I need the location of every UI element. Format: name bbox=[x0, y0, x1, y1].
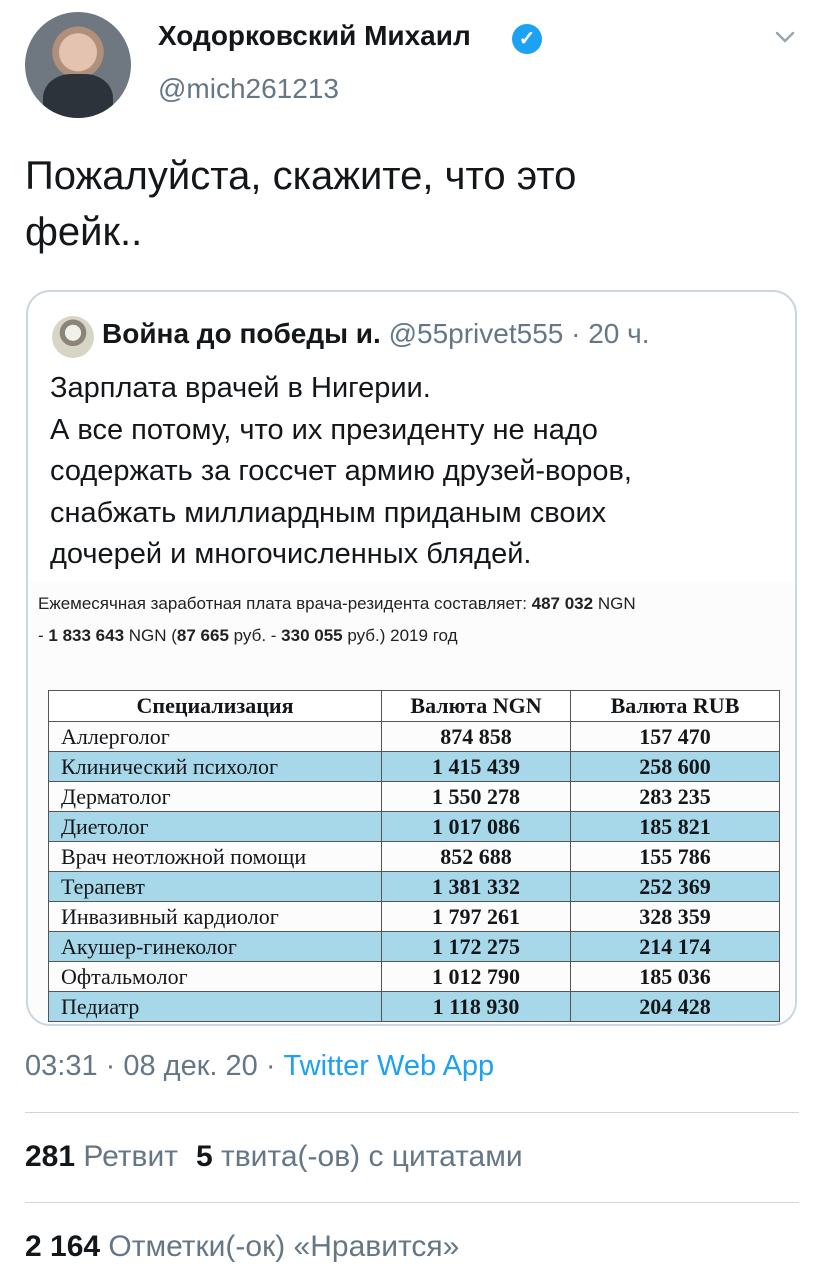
cell-specialization: Педиатр bbox=[48, 991, 382, 1022]
cell-ngn: 1 172 275 bbox=[381, 931, 571, 962]
quoted-author-avatar[interactable] bbox=[52, 316, 94, 358]
table-row: Терапевт 1 381 332 252 369 bbox=[48, 871, 780, 902]
quoted-text-line: А все потому, что их президенту не надо bbox=[50, 413, 598, 446]
likes-count: 2 164 bbox=[25, 1230, 101, 1263]
table-header-row: Специализация Валюта NGN Валюта RUB bbox=[48, 690, 780, 722]
author-name[interactable]: Ходорковский Михаил bbox=[158, 20, 471, 52]
quoted-author-name[interactable]: Война до победы и. bbox=[102, 318, 381, 349]
quotes-count: 5 bbox=[195, 1140, 213, 1173]
likes-label: Отметки(-ок) «Нравится» bbox=[108, 1230, 460, 1263]
cell-ngn: 1 012 790 bbox=[381, 961, 571, 992]
cell-ngn: 1 797 261 bbox=[381, 901, 571, 932]
retweets-count: 281 bbox=[25, 1140, 76, 1173]
retweets-label: Ретвит bbox=[83, 1140, 178, 1173]
quoted-meta: @55privet555 · 20 ч. bbox=[389, 318, 650, 349]
cell-specialization: Инвазивный кардиолог bbox=[48, 901, 382, 932]
table-row: Акушер-гинеколог 1 172 275 214 174 bbox=[48, 931, 780, 962]
cell-ngn: 1 118 930 bbox=[381, 991, 571, 1022]
table-row: Диетолог 1 017 086 185 821 bbox=[48, 811, 780, 842]
quoted-text-line: Зарплата врачей в Нигерии. bbox=[50, 372, 431, 404]
cell-ngn: 1 381 332 bbox=[381, 871, 571, 902]
table-header: Валюта NGN bbox=[381, 690, 571, 722]
table-row: Инвазивный кардиолог 1 797 261 328 359 bbox=[48, 901, 780, 932]
table-row: Дерматолог 1 550 278 283 235 bbox=[48, 781, 780, 812]
table-row: Офтальмолог 1 012 790 185 036 bbox=[48, 961, 780, 992]
chevron-down-icon[interactable] bbox=[772, 24, 798, 50]
engagement-stats: 281 Ретвит 5 твита(-ов) с цитатами bbox=[25, 1140, 523, 1174]
timestamp-text[interactable]: 03:31 · 08 дек. 20 · bbox=[25, 1050, 284, 1082]
tweet-text: Пожалуйста, скажите, что это фейк.. bbox=[25, 148, 785, 260]
table-header: Специализация bbox=[48, 690, 382, 722]
cell-specialization: Дерматолог bbox=[48, 781, 382, 812]
divider bbox=[25, 1112, 799, 1113]
table-row: Врач неотложной помощи 852 688 155 786 bbox=[48, 841, 780, 872]
salary-table: Специализация Валюта NGN Валюта RUB Алле… bbox=[48, 690, 780, 1022]
quoted-text-line: снабжать миллиардным приданым своих bbox=[50, 496, 607, 529]
table-row: Клинический психолог 1 415 439 258 600 bbox=[48, 751, 780, 782]
cell-rub: 185 036 bbox=[570, 961, 780, 992]
cell-specialization: Акушер-гинеколог bbox=[48, 931, 382, 962]
cell-specialization: Врач неотложной помощи bbox=[48, 841, 382, 872]
likes-stat[interactable]: 2 164 Отметки(-ок) «Нравится» bbox=[25, 1230, 459, 1264]
retweets-stat[interactable]: 281 Ретвит bbox=[25, 1140, 178, 1173]
quoted-text-line: содержать за госсчет армию друзей-воров, bbox=[50, 455, 632, 487]
image-caption-line1: Ежемесячная заработная плата врача-резид… bbox=[38, 594, 636, 613]
tweet-header: Ходорковский Михаил ✓ @mich261213 bbox=[0, 0, 823, 130]
quotes-stat[interactable]: 5 твита(-ов) с цитатами bbox=[196, 1140, 523, 1173]
tweet-text-line: фейк.. bbox=[25, 210, 143, 254]
cell-ngn: 874 858 bbox=[381, 721, 571, 752]
image-caption-line2: - 1 833 643 NGN (87 665 руб. - 330 055 р… bbox=[38, 626, 458, 645]
table-row: Аллерголог 874 858 157 470 bbox=[48, 721, 780, 752]
quoted-handle-time: @55privet555 · 20 ч. bbox=[388, 318, 650, 349]
cell-rub: 155 786 bbox=[570, 841, 780, 872]
cell-ngn: 852 688 bbox=[381, 841, 571, 872]
cell-rub: 204 428 bbox=[570, 991, 780, 1022]
cell-specialization: Диетолог bbox=[48, 811, 382, 842]
quoted-text-line: дочерей и многочисленных блядей. bbox=[50, 538, 532, 570]
table-row: Педиатр 1 118 930 204 428 bbox=[48, 991, 780, 1022]
cell-rub: 258 600 bbox=[570, 751, 780, 782]
cell-rub: 328 359 bbox=[570, 901, 780, 932]
cell-ngn: 1 017 086 bbox=[381, 811, 571, 842]
cell-specialization: Клинический психолог bbox=[48, 751, 382, 782]
cell-ngn: 1 550 278 bbox=[381, 781, 571, 812]
quoted-tweet-header: Война до победы и. @55privet555 · 20 ч. bbox=[102, 318, 650, 350]
cell-specialization: Аллерголог bbox=[48, 721, 382, 752]
cell-rub: 214 174 bbox=[570, 931, 780, 962]
table-header: Валюта RUB bbox=[570, 690, 780, 722]
cell-rub: 252 369 bbox=[570, 871, 780, 902]
verified-badge-icon: ✓ bbox=[512, 24, 542, 54]
tweet-timestamp: 03:31 · 08 дек. 20 · Twitter Web App bbox=[25, 1050, 494, 1083]
cell-specialization: Терапевт bbox=[48, 871, 382, 902]
author-handle[interactable]: @mich261213 bbox=[158, 73, 339, 105]
quotes-label: твита(-ов) с цитатами bbox=[221, 1140, 523, 1173]
cell-specialization: Офтальмолог bbox=[48, 961, 382, 992]
cell-rub: 185 821 bbox=[570, 811, 780, 842]
quoted-text: Зарплата врачей в Нигерии. А все потому,… bbox=[50, 368, 770, 576]
author-avatar[interactable] bbox=[25, 12, 131, 118]
cell-rub: 157 470 bbox=[570, 721, 780, 752]
divider bbox=[25, 1202, 799, 1203]
cell-rub: 283 235 bbox=[570, 781, 780, 812]
tweet-text-line: Пожалуйста, скажите, что это bbox=[25, 154, 577, 198]
cell-ngn: 1 415 439 bbox=[381, 751, 571, 782]
source-link[interactable]: Twitter Web App bbox=[284, 1050, 495, 1082]
